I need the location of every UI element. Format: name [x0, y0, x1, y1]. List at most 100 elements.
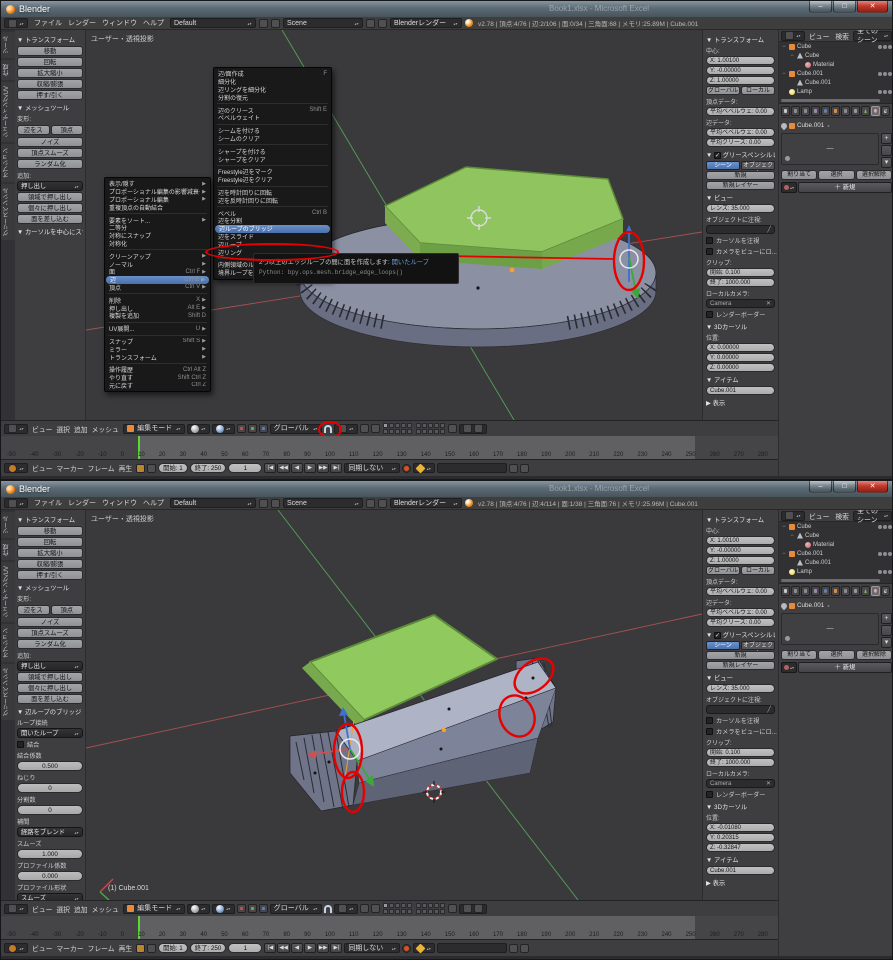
add-slot-button[interactable]: + [881, 133, 892, 144]
eyedropper-icon[interactable]: ╱ [767, 706, 771, 713]
outliner-scrollbar[interactable] [781, 99, 880, 102]
layer-cell[interactable] [407, 423, 412, 428]
layer-cell[interactable] [428, 423, 433, 428]
snap-element-dropdown[interactable]: ▴▾ [334, 424, 358, 434]
camera-to-view-checkbox[interactable] [706, 728, 713, 735]
layer-cell[interactable] [389, 909, 394, 914]
visibility-eye-icon[interactable] [878, 570, 882, 574]
menu-item[interactable]: ベベル Ctrl B [214, 209, 331, 217]
layer-cell[interactable] [440, 429, 445, 434]
menu-item[interactable]: 辺を分割 [214, 217, 331, 225]
sync-dropdown[interactable]: 同期しない▴▾ [344, 463, 400, 473]
lens-field[interactable]: レンズ: 35.000 [706, 684, 775, 693]
orientation-dropdown[interactable]: グローバル▴▾ [270, 904, 322, 914]
median-value-field[interactable]: Z: 1.00000 [706, 76, 775, 85]
lock-icon[interactable] [448, 424, 457, 433]
menu-item[interactable]: 辺のクリース Shift E [214, 106, 331, 114]
layer-cell[interactable] [389, 423, 394, 428]
proportional-edit-button[interactable] [360, 904, 369, 913]
layer-cell[interactable] [422, 429, 427, 434]
transform-tool-button[interactable]: 回転 [17, 57, 83, 67]
render-layers-tab-icon[interactable] [801, 106, 810, 116]
remove-slot-button[interactable] [881, 625, 892, 636]
menu-item[interactable]: 辺/面作成 F [214, 70, 331, 78]
timeline-editor-type-button[interactable]: ▴▾ [4, 463, 28, 473]
layer-cell[interactable] [434, 909, 439, 914]
timeline-ruler[interactable]: -50-40-30-20-100102030405060708090100110… [1, 436, 778, 459]
add-slot-button[interactable]: + [881, 613, 892, 624]
menu-item[interactable]: シームを付ける [214, 127, 331, 135]
menu-item[interactable]: 表示/隠す ▶ [105, 180, 210, 188]
render-engine-select[interactable]: Blenderレンダー▴▾ [390, 18, 462, 28]
outliner-item-label[interactable]: Cube [797, 44, 811, 50]
view3d-menu[interactable]: 追加 [72, 907, 90, 914]
deform-tool-button[interactable]: 頂点スムーズ [17, 148, 83, 158]
toolshelf-tab[interactable]: 作成 [1, 540, 15, 560]
global-button[interactable]: グローバル [706, 86, 740, 95]
constraints-tab-icon[interactable] [841, 106, 850, 116]
object-data-tab-icon[interactable] [861, 106, 870, 116]
menu-item[interactable]: ノーマル ▶ [105, 260, 210, 268]
layer-cell[interactable] [401, 909, 406, 914]
view3d-menu[interactable]: 追加 [72, 427, 90, 434]
render-ob-button[interactable] [371, 904, 380, 913]
insert-keyframe-icon[interactable] [509, 944, 518, 953]
view-panel-header[interactable]: ▼ ビュー [706, 193, 775, 202]
shading-dropdown[interactable]: ▴▾ [187, 904, 210, 914]
toolshelf-tab[interactable]: グリースペンシル [1, 184, 15, 240]
clear-icon[interactable]: ✕ [766, 780, 771, 787]
scene-delete-button[interactable] [378, 19, 387, 28]
orientation-dropdown[interactable]: グローバル▴▾ [270, 424, 322, 434]
new-layer-button[interactable]: 新規レイヤー [706, 181, 775, 190]
menu-item[interactable]: 押し出し Alt E ▶ [105, 304, 210, 312]
camera-to-view-checkbox[interactable] [706, 248, 713, 255]
outliner-item-label[interactable]: Cube.001 [797, 71, 823, 77]
layer-cell[interactable] [401, 903, 406, 908]
renderability-camera-icon[interactable] [888, 45, 892, 49]
outliner-item-label[interactable]: Cube [805, 533, 819, 539]
toolshelf-tab[interactable]: グリースペンシル [1, 664, 15, 720]
menubar-menu[interactable]: ヘルプ [140, 20, 167, 27]
delete-keyframe-icon[interactable] [520, 464, 529, 473]
layer-cell[interactable] [422, 909, 427, 914]
timeline-menu[interactable]: 再生 [117, 946, 135, 953]
menu-item[interactable]: 面 Ctrl F ▶ [105, 268, 210, 276]
camera-to-view-row[interactable]: カメラをビューにロ... [706, 247, 775, 256]
remove-slot-button[interactable] [881, 145, 892, 156]
layer-cell[interactable] [389, 903, 394, 908]
layer-cell[interactable] [434, 423, 439, 428]
lock-object-field[interactable]: ╱ [706, 705, 775, 714]
toolshelf-tab[interactable]: オプション [1, 624, 15, 662]
selectability-icon[interactable] [883, 552, 887, 556]
toolshelf-tab[interactable]: ツール [1, 512, 15, 538]
frames-icon[interactable] [147, 944, 156, 953]
outliner-row[interactable]: − Cube.001 [779, 69, 893, 78]
cursor-value-field[interactable]: Y: 0.00000 [706, 353, 775, 362]
menu-item[interactable]: 辺を時計回りに回転 [214, 189, 331, 197]
layer-cell[interactable] [383, 903, 388, 908]
snap-magnet-toggle[interactable] [324, 425, 332, 433]
menubar-menu[interactable]: ヘルプ [140, 500, 167, 507]
layer-cell[interactable] [407, 903, 412, 908]
transport-button[interactable]: |◀ [264, 943, 276, 953]
cursor-value-field[interactable]: Z: -0.32847 [706, 843, 775, 852]
extrude-dropdown[interactable]: 押し出し▴▾ [17, 661, 83, 671]
material-tab-icon[interactable] [871, 586, 880, 596]
transform-panel-header[interactable]: ▼ トランスフォーム [17, 515, 83, 524]
grease-scene-tab[interactable]: シーン [706, 161, 740, 170]
renderability-camera-icon[interactable] [888, 552, 892, 556]
manipulator-scale-toggle[interactable] [259, 424, 268, 433]
add-tool-button[interactable]: 領域で押し出し [17, 192, 83, 202]
layer-cell[interactable] [401, 423, 406, 428]
cursor-value-field[interactable]: X: -0.01080 [706, 823, 775, 832]
screen-layout-select[interactable]: Default▴▾ [170, 18, 256, 28]
outliner-search-menu[interactable]: 検索 [833, 31, 851, 41]
deform-split-button[interactable]: 辺をス [17, 605, 50, 615]
expand-icon[interactable]: − [781, 44, 787, 50]
transport-button[interactable]: ◀ [291, 943, 303, 953]
grease-new-button[interactable]: 新規 [706, 171, 775, 180]
lock-cursor-row[interactable]: カーソルを注視 [706, 236, 775, 245]
interp-dropdown[interactable]: 経路をブレンド▴▾ [17, 827, 83, 837]
local-camera-field[interactable]: Camera✕ [706, 299, 775, 308]
screen-add-button[interactable] [259, 499, 268, 508]
